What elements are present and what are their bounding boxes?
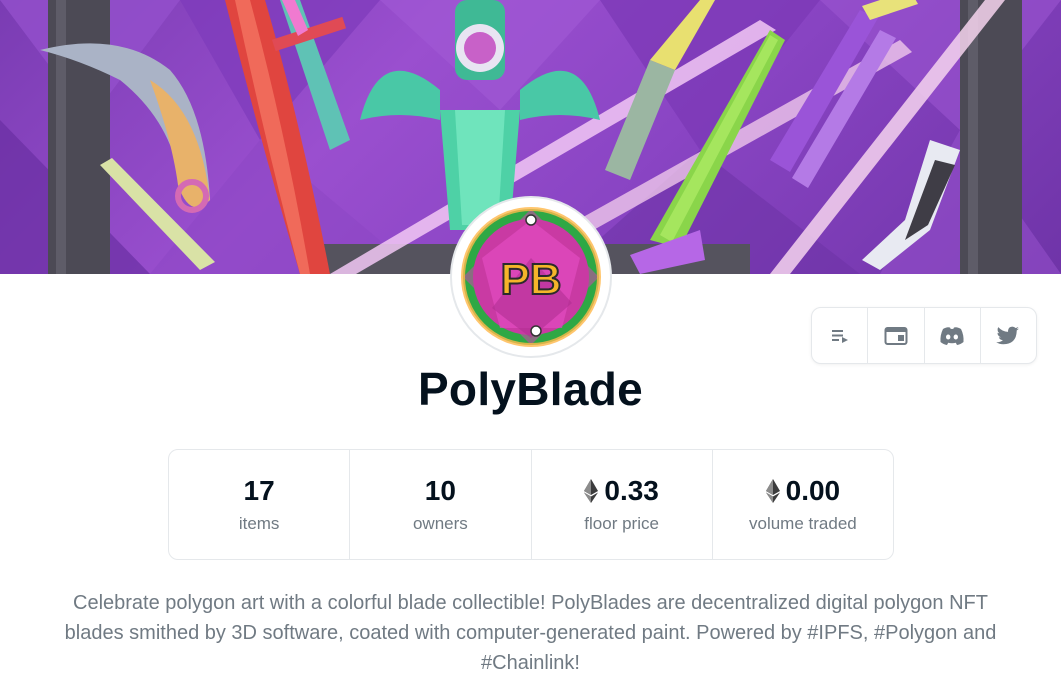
stat-label: owners xyxy=(412,514,468,533)
stat-value: 17 xyxy=(169,474,349,508)
collection-title: PolyBlade xyxy=(417,363,644,415)
stat-volume-traded[interactable]: 0.00 volume traded xyxy=(713,450,893,559)
website-button[interactable] xyxy=(868,308,925,363)
stat-items-value: 17 xyxy=(243,475,275,506)
stat-value: 0.33 xyxy=(532,474,712,508)
ethereum-icon xyxy=(765,479,780,503)
activity-list-icon xyxy=(831,329,848,343)
discord-button[interactable] xyxy=(925,308,981,363)
discord-icon xyxy=(940,326,964,345)
stat-owners[interactable]: 10 owners xyxy=(350,450,532,559)
stat-floor-price-value: 0.33 xyxy=(604,475,659,506)
stat-label: floor price xyxy=(584,514,659,533)
stat-owners-value: 10 xyxy=(424,475,456,506)
avatar-monogram: PB xyxy=(500,255,561,304)
avatar-logo-image: PB xyxy=(461,207,601,347)
activity-button[interactable] xyxy=(812,308,869,363)
website-icon xyxy=(884,326,908,345)
twitter-button[interactable] xyxy=(981,308,1036,363)
stat-floor-price[interactable]: 0.33 floor price xyxy=(532,450,713,559)
social-links-bar xyxy=(811,307,1037,364)
twitter-icon xyxy=(996,326,1020,344)
collection-stats: 17 items 10 owners 0.33 floor price 0.00… xyxy=(168,449,894,560)
stat-value: 10 xyxy=(350,474,530,508)
collection-description: Celebrate polygon art with a colorful bl… xyxy=(64,592,997,674)
stat-label: items xyxy=(238,514,280,533)
ethereum-icon xyxy=(584,479,599,503)
collection-avatar: PB xyxy=(450,196,612,358)
stat-volume-traded-value: 0.00 xyxy=(785,475,841,506)
stat-items[interactable]: 17 items xyxy=(169,450,351,559)
stat-label: volume traded xyxy=(749,514,857,533)
stat-value: 0.00 xyxy=(713,474,893,508)
